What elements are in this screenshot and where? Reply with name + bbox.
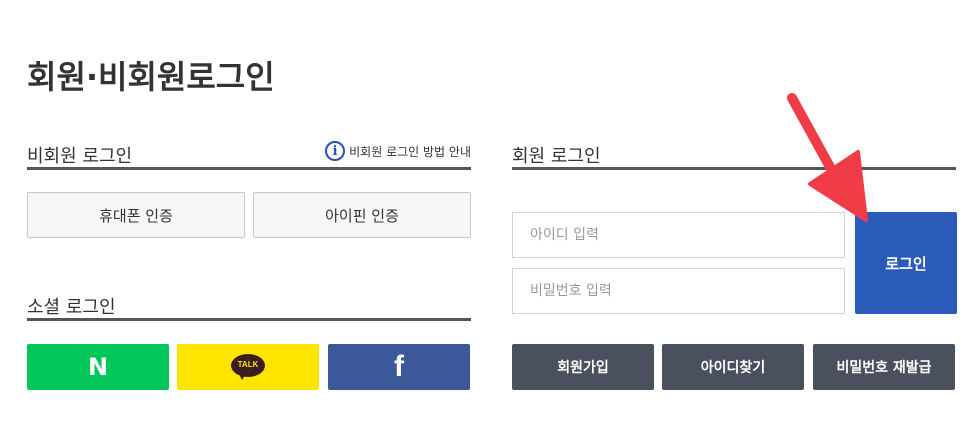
facebook-icon: f xyxy=(394,350,404,383)
member-login-heading: 회원 로그인 xyxy=(512,146,601,167)
password-input[interactable] xyxy=(512,268,845,314)
facebook-login-button[interactable]: f xyxy=(328,344,470,390)
find-id-button[interactable]: 아이디찾기 xyxy=(662,344,804,390)
phone-auth-button[interactable]: 휴대폰 인증 xyxy=(27,192,245,238)
naver-icon: N xyxy=(87,353,109,381)
kakao-talk-icon: TALK xyxy=(231,354,265,380)
guest-login-heading: 비회원 로그인 xyxy=(27,146,133,167)
ipin-auth-button[interactable]: 아이핀 인증 xyxy=(253,192,471,238)
member-login-header: 회원 로그인 xyxy=(512,140,956,170)
reset-password-button[interactable]: 비밀번호 재발급 xyxy=(813,344,955,390)
naver-login-button[interactable]: N xyxy=(27,344,169,390)
login-button[interactable]: 로그인 xyxy=(855,212,957,314)
social-login-header: 소셜 로그인 xyxy=(27,291,471,321)
social-login-heading: 소셜 로그인 xyxy=(27,297,116,318)
sign-up-button[interactable]: 회원가입 xyxy=(512,344,654,390)
page-title: 회원·비회원로그인 xyxy=(27,58,275,96)
info-icon: i xyxy=(325,141,346,161)
guest-login-help-link[interactable]: i 비회원 로그인 방법 안내 xyxy=(325,141,471,161)
kakao-login-button[interactable]: TALK xyxy=(177,344,319,390)
guest-login-help-text: 비회원 로그인 방법 안내 xyxy=(349,144,471,159)
guest-login-header: 비회원 로그인 i 비회원 로그인 방법 안내 xyxy=(27,140,471,170)
user-id-input[interactable] xyxy=(512,212,845,258)
